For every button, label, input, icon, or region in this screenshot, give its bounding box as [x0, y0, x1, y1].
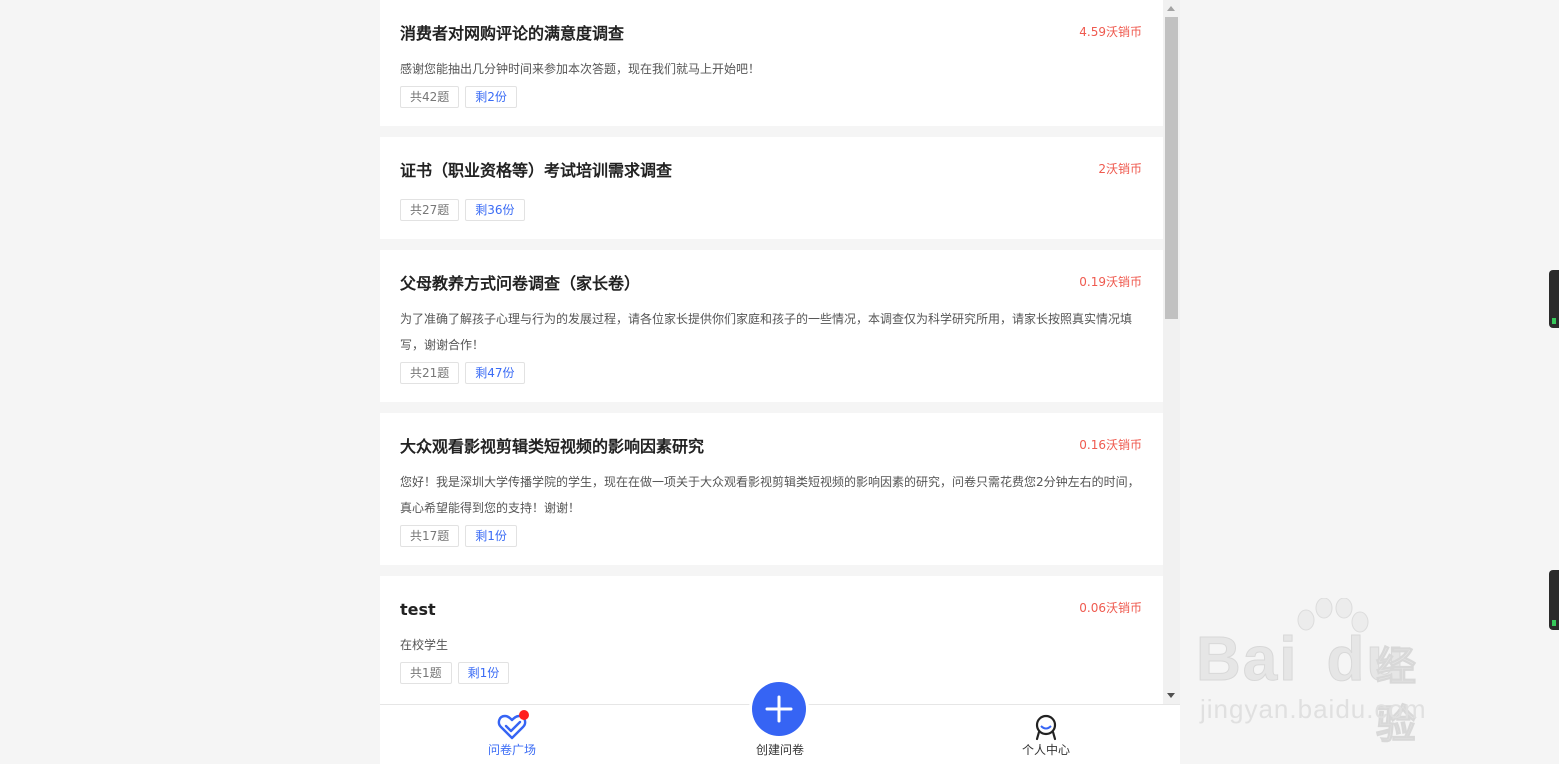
watermark-url: jingyan.baidu.com [1200, 694, 1427, 724]
survey-reward: 0.19沃销币 [1079, 275, 1142, 289]
scroll-down-arrow-icon[interactable] [1167, 693, 1175, 698]
side-panel-handle[interactable] [1549, 570, 1559, 630]
survey-card[interactable]: 大众观看影视剪辑类短视频的影响因素研究 0.16沃销币 您好！我是深圳大学传播学… [380, 413, 1163, 565]
survey-card[interactable]: 证书（职业资格等）考试培训需求调查 2沃销币 共27题 剩36份 [380, 137, 1163, 239]
survey-card-head: 消费者对网购评论的满意度调查 4.59沃销币 [400, 22, 1142, 46]
survey-description: 在校学生 [400, 638, 449, 652]
survey-title: test [400, 600, 436, 619]
tab-survey-plaza-label: 问卷广场 [487, 743, 536, 757]
survey-tags: 共27题 剩36份 [400, 199, 1142, 221]
remaining-count-tag: 剩1份 [457, 662, 510, 684]
survey-list: 消费者对网购评论的满意度调查 4.59沃销币 感谢您能抽出几分钟时间来参加本次答… [380, 0, 1163, 717]
survey-card-head: 父母教养方式问卷调查（家长卷） 0.19沃销币 [400, 272, 1142, 296]
vertical-scrollbar[interactable] [1163, 0, 1180, 704]
tab-personal-center[interactable]: 个人中心 [976, 705, 1116, 764]
survey-description: 感谢您能抽出几分钟时间来参加本次答题，现在我们就马上开始吧！ [400, 62, 761, 76]
watermark-brand: Bai du [1195, 625, 1407, 695]
survey-reward: 0.06沃销币 [1079, 601, 1142, 615]
create-survey-button[interactable] [752, 682, 806, 736]
watermark-cn: 经验 [1376, 644, 1417, 749]
survey-card[interactable]: 父母教养方式问卷调查（家长卷） 0.19沃销币 为了准确了解孩子心理与行为的发展… [380, 250, 1163, 402]
user-profile-icon [1035, 714, 1057, 741]
survey-tags: 共21题 剩47份 [400, 362, 1142, 384]
remaining-count-tag: 剩2份 [465, 86, 517, 108]
survey-card-head: 大众观看影视剪辑类短视频的影响因素研究 0.16沃销币 [400, 435, 1142, 459]
survey-app: 消费者对网购评论的满意度调查 4.59沃销币 感谢您能抽出几分钟时间来参加本次答… [380, 0, 1180, 764]
survey-tags: 共1题 剩1份 [400, 662, 1142, 684]
survey-reward: 0.16沃销币 [1079, 438, 1142, 452]
question-count-tag: 共1题 [400, 662, 452, 684]
survey-title: 证书（职业资格等）考试培训需求调查 [400, 161, 673, 180]
survey-reward: 2沃销币 [1098, 162, 1142, 176]
survey-description: 您好！我是深圳大学传播学院的学生，现在在做一项关于大众观看影视剪辑类短视频的影响… [400, 475, 1140, 515]
survey-tags: 共17题 剩1份 [400, 525, 1142, 547]
survey-card[interactable]: 消费者对网购评论的满意度调查 4.59沃销币 感谢您能抽出几分钟时间来参加本次答… [380, 0, 1163, 126]
remaining-count-tag: 剩36份 [465, 199, 525, 221]
survey-title: 大众观看影视剪辑类短视频的影响因素研究 [400, 437, 705, 456]
survey-title: 父母教养方式问卷调查（家长卷） [400, 274, 641, 293]
tab-survey-plaza[interactable]: 问卷广场 [442, 705, 582, 764]
scroll-up-arrow-icon[interactable] [1167, 6, 1175, 11]
question-count-tag: 共17题 [400, 525, 460, 547]
side-panel-handle[interactable] [1549, 270, 1559, 328]
survey-reward: 4.59沃销币 [1079, 25, 1142, 39]
survey-card-head: 证书（职业资格等）考试培训需求调查 2沃销币 [400, 159, 1142, 183]
tab-personal-center-label: 个人中心 [1021, 743, 1070, 757]
question-count-tag: 共21题 [400, 362, 460, 384]
survey-card-head: test 0.06沃销币 [400, 598, 1142, 622]
scroll-thumb[interactable] [1165, 17, 1178, 319]
plus-icon [765, 695, 793, 723]
remaining-count-tag: 剩1份 [465, 525, 517, 547]
tab-create-survey-label: 创建问卷 [755, 743, 804, 757]
survey-title: 消费者对网购评论的满意度调查 [400, 24, 625, 43]
handle-grip [1552, 620, 1556, 626]
survey-description: 为了准确了解孩子心理与行为的发展过程，请各位家长提供你们家庭和孩子的一些情况，本… [400, 312, 1133, 352]
question-count-tag: 共42题 [400, 86, 460, 108]
question-count-tag: 共27题 [400, 199, 460, 221]
survey-tags: 共42题 剩2份 [400, 86, 1142, 108]
handle-grip [1552, 318, 1556, 324]
notification-dot [519, 710, 529, 720]
remaining-count-tag: 剩47份 [465, 362, 525, 384]
